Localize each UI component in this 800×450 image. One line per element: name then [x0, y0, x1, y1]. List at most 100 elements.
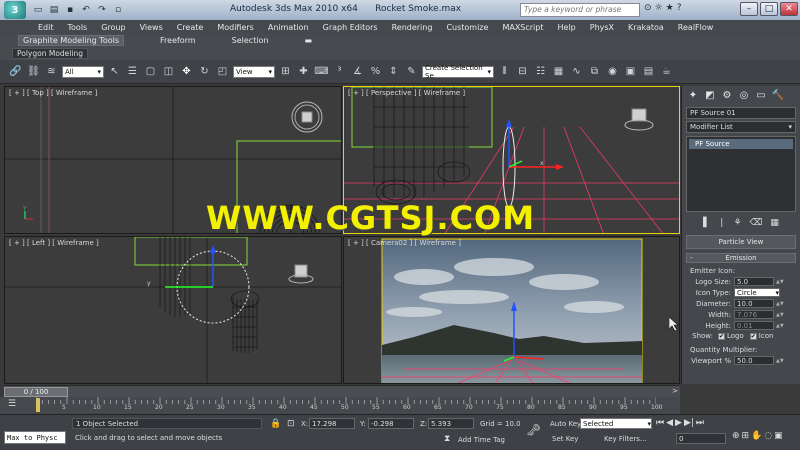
search-input[interactable]: Type a keyword or phrase	[520, 3, 640, 17]
menu-rendering[interactable]: Rendering	[392, 23, 433, 32]
show-end-result-icon[interactable]: ❘	[718, 218, 726, 228]
viewport-perspective-label[interactable]: [ + ] [ Perspective ] [ Wireframe ]	[348, 89, 465, 97]
named-selection-dropdown[interactable]: Create Selection Se ▾	[422, 64, 494, 80]
graphite-toggle-icon[interactable]: ▦	[551, 64, 566, 79]
key-icon[interactable]: 🗝	[526, 423, 541, 437]
key-mode-dropdown[interactable]: Selected ▾	[580, 418, 652, 429]
spinner-icon[interactable]: ▲▼	[776, 279, 784, 285]
modify-tab-icon[interactable]: ◩	[703, 89, 717, 102]
menu-help[interactable]: Help	[558, 23, 576, 32]
next-frame-icon[interactable]: >	[672, 387, 678, 395]
communication-icon[interactable]: ☼	[655, 3, 663, 13]
viewport-left-label[interactable]: [ + ] [ Left ] [ Wireframe ]	[9, 239, 99, 247]
spinner-snap-icon[interactable]: ⇕	[386, 64, 401, 79]
align-icon[interactable]: ⊟	[515, 64, 530, 79]
particle-view-button[interactable]: Particle View	[686, 235, 796, 249]
percent-snap-icon[interactable]: %	[368, 64, 383, 79]
help-icon[interactable]: ?	[677, 3, 682, 13]
favorites-icon[interactable]: ★	[666, 3, 674, 13]
app-logo-icon[interactable]: 3	[4, 1, 26, 19]
rect-selection-icon[interactable]: ▢	[143, 64, 158, 79]
go-to-end-icon[interactable]: ⏭	[696, 418, 704, 428]
curve-editor-icon[interactable]: ∿	[569, 64, 584, 79]
binoculars-icon[interactable]: ⊙	[644, 3, 652, 13]
project-folder-icon[interactable]: ▫	[112, 5, 124, 15]
play-icon[interactable]: ▶	[675, 418, 682, 428]
create-tab-icon[interactable]: ✦	[686, 89, 700, 102]
rendered-frame-icon[interactable]: ▤	[641, 64, 656, 79]
menu-create[interactable]: Create	[177, 23, 204, 32]
current-frame-input[interactable]: 0	[676, 433, 726, 444]
display-tab-icon[interactable]: ▭	[754, 89, 768, 102]
keyboard-shortcut-icon[interactable]: ⌨	[314, 64, 329, 79]
pin-stack-icon[interactable]: ▌	[703, 218, 710, 228]
previous-frame-icon[interactable]: ◀	[666, 418, 673, 428]
height-input[interactable]: 0.01	[734, 321, 774, 330]
width-input[interactable]: 7.076	[734, 310, 774, 319]
menu-maxscript[interactable]: MAXScript	[502, 23, 543, 32]
menu-graph-editors[interactable]: Graph Editors	[323, 23, 378, 32]
modifier-list-dropdown[interactable]: Modifier List ▾	[686, 121, 796, 133]
y-coord-input[interactable]: -0.298	[368, 418, 414, 429]
menu-group[interactable]: Group	[101, 23, 125, 32]
minimize-button[interactable]: –	[740, 2, 758, 16]
configure-sets-icon[interactable]: ▦	[770, 218, 779, 228]
unlink-icon[interactable]: ⛓	[26, 64, 41, 79]
absolute-mode-icon[interactable]: ⊡	[287, 419, 295, 429]
go-to-start-icon[interactable]: ⏮	[656, 418, 664, 428]
time-slider-thumb[interactable]: 0 / 100	[4, 387, 68, 397]
maximize-viewport-icon[interactable]: ▣	[774, 431, 783, 441]
menu-tools[interactable]: Tools	[68, 23, 88, 32]
undo-icon[interactable]: ↶	[80, 5, 92, 15]
diameter-input[interactable]: 10.0	[734, 299, 774, 308]
schematic-view-icon[interactable]: ⧉	[587, 64, 602, 79]
viewport-left[interactable]: y [ + ] [ Left ] [ Wireframe ]	[4, 236, 342, 384]
select-object-icon[interactable]: ↖	[107, 64, 122, 79]
menu-views[interactable]: Views	[140, 23, 163, 32]
stack-item-pf-source[interactable]: PF Source	[689, 139, 793, 149]
bind-space-warp-icon[interactable]: ≋	[44, 64, 59, 79]
zoom-all-icon[interactable]: ⊞	[742, 431, 750, 441]
snaps-toggle-icon[interactable]: ³	[332, 64, 347, 79]
modifier-stack[interactable]: PF Source	[686, 136, 796, 212]
logo-size-input[interactable]: 5.0	[734, 277, 774, 286]
lock-selection-icon[interactable]: 🔒	[270, 419, 281, 429]
viewport-percent-input[interactable]: 50.0	[734, 356, 774, 365]
time-slider[interactable]: 0 / 100 >	[4, 385, 680, 397]
reference-coord-dropdown[interactable]: View ▾	[233, 65, 275, 78]
emission-rollout-header[interactable]: - Emission	[686, 253, 796, 263]
menu-krakatoa[interactable]: Krakatoa	[628, 23, 664, 32]
viewport-top-label[interactable]: [ + ] [ Top ] [ Wireframe ]	[9, 89, 97, 97]
move-icon[interactable]: ✥	[179, 64, 194, 79]
track-bar[interactable]: ☰ 5 10 15 20 25 30 35 40 45 50 55 60 65 70 75 80 85 90 95 1…	[0, 397, 680, 414]
set-key-button[interactable]: Set Key	[552, 435, 578, 443]
icon-type-select[interactable]: Circle ▾	[734, 288, 780, 297]
pan-icon[interactable]: ✋	[751, 431, 762, 441]
maximize-button[interactable]: □	[760, 2, 778, 16]
menu-customize[interactable]: Customize	[446, 23, 488, 32]
rotate-icon[interactable]: ↻	[197, 64, 212, 79]
render-setup-icon[interactable]: ▣	[623, 64, 638, 79]
motion-tab-icon[interactable]: ◎	[737, 89, 751, 102]
ribbon-options-icon[interactable]: ▬	[305, 36, 313, 45]
scale-icon[interactable]: ◰	[215, 64, 230, 79]
time-tag-icon[interactable]: ⧗	[444, 434, 450, 444]
spinner-icon[interactable]: ▲▼	[776, 358, 784, 364]
key-filters-button[interactable]: Key Filters...	[604, 435, 647, 443]
open-file-icon[interactable]: ▤	[48, 5, 60, 15]
auto-key-button[interactable]: Auto Key	[550, 420, 581, 428]
x-coord-input[interactable]: 17.298	[309, 418, 355, 429]
menu-realflow[interactable]: RealFlow	[678, 23, 714, 32]
save-file-icon[interactable]: ▪	[64, 5, 76, 15]
material-editor-icon[interactable]: ◉	[605, 64, 620, 79]
viewport-camera[interactable]: [ + ] [ Camera02 ] [ Wireframe ]	[343, 236, 680, 384]
logo-checkbox[interactable]: ✔	[718, 332, 725, 340]
spinner-icon[interactable]: ▲▼	[776, 312, 784, 318]
spinner-icon[interactable]: ▲▼	[776, 323, 784, 329]
new-file-icon[interactable]: ▭	[32, 5, 44, 15]
orbit-icon[interactable]: ◌	[764, 431, 772, 441]
menu-physx[interactable]: PhysX	[590, 23, 614, 32]
hierarchy-tab-icon[interactable]: ⚙	[720, 89, 734, 102]
selection-filter-dropdown[interactable]: All ▾	[62, 65, 104, 78]
select-by-name-icon[interactable]: ☰	[125, 64, 140, 79]
